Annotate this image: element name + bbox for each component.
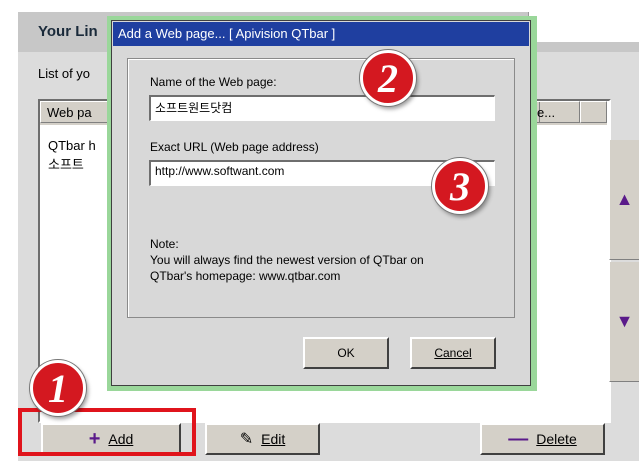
name-label: Name of the Web page: [150,75,277,89]
move-down-button[interactable]: ▼ [609,262,639,382]
page-name-field[interactable]: 소프트원트닷컴 [149,95,495,121]
note-line-1: You will always find the newest version … [150,253,424,267]
ok-button[interactable]: OK [303,337,389,369]
triangle-up-icon: ▲ [615,189,634,209]
minus-icon: — [508,427,529,450]
note-title: Note: [150,237,179,251]
add-button-highlight [18,408,196,456]
list-item[interactable]: QTbar h [48,138,96,153]
cancel-button-label: Cancel [434,346,472,360]
cancel-button[interactable]: Cancel [410,337,496,369]
dialog-title[interactable]: Add a Web page... [ Apivision QTbar ] [113,22,529,46]
column-header-url[interactable]: e... [530,101,580,123]
step-2-badge: 2 [360,50,416,106]
list-caption: List of yo [38,66,91,81]
background-window-title: Your Lin [38,23,98,40]
edit-button[interactable]: ✎ Edit [205,423,320,455]
note-line-2: QTbar's homepage: www.qtbar.com [150,269,341,283]
edit-button-label: Edit [261,431,286,447]
delete-button-label: Delete [536,431,577,447]
delete-button[interactable]: — Delete [480,423,605,455]
note-text: Note: You will always find the newest ve… [150,236,424,284]
list-item[interactable]: 소프트 [48,154,84,173]
pencil-icon: ✎ [239,431,254,448]
move-up-button[interactable]: ▲ [609,140,639,260]
triangle-down-icon: ▼ [615,311,634,331]
background-window-header-strip [528,12,639,42]
step-3-badge: 3 [432,158,488,214]
url-label: Exact URL (Web page address) [150,140,319,154]
step-1-badge: 1 [30,360,86,416]
column-header-extra[interactable] [580,101,607,123]
